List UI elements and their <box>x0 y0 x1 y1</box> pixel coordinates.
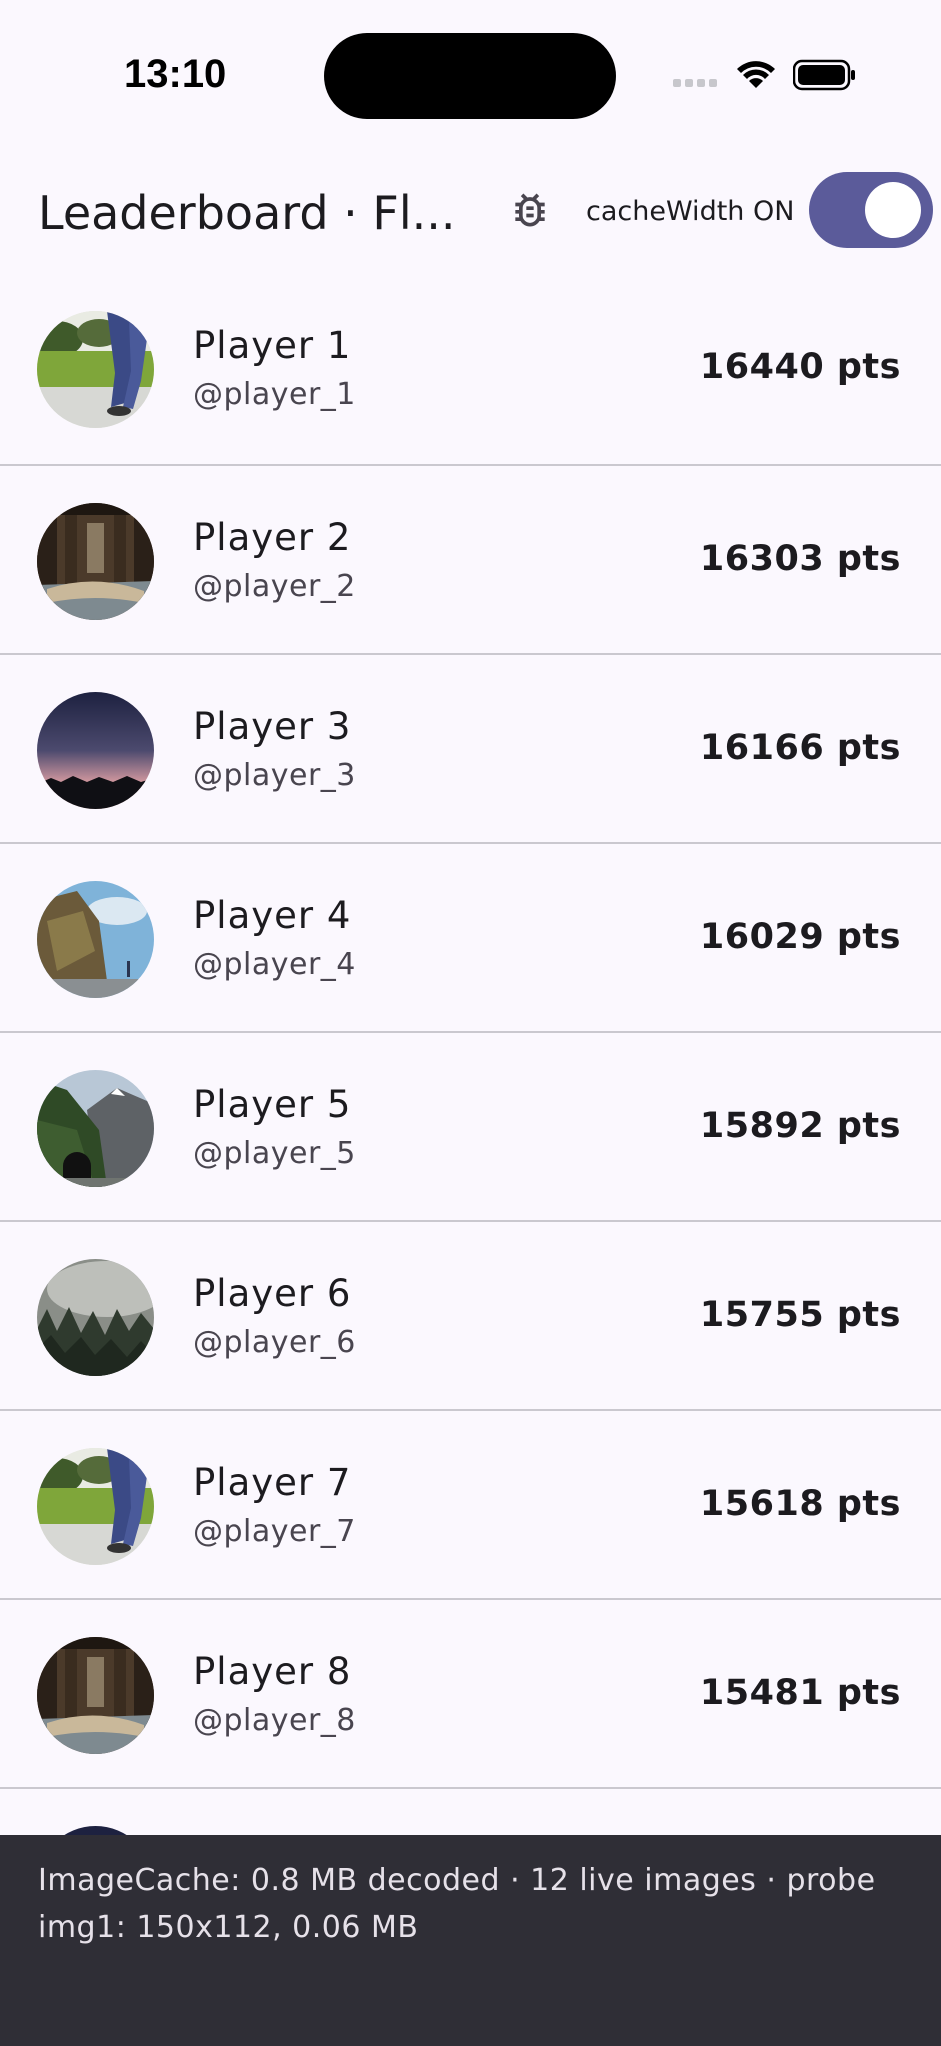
avatar-image <box>37 1259 154 1376</box>
leaderboard-row[interactable]: Player 7 @player_7 15618 pts <box>0 1411 941 1600</box>
player-score: 16029 pts <box>699 917 901 957</box>
avatar-image <box>37 1637 154 1754</box>
battery-icon <box>792 59 857 95</box>
debug-line-2: img1: 150x112, 0.06 MB <box>38 1910 419 1945</box>
player-score: 15892 pts <box>699 1106 901 1146</box>
player-score: 15618 pts <box>699 1484 901 1524</box>
player-handle: @player_8 <box>193 1703 356 1738</box>
avatar-image <box>37 503 154 620</box>
wifi-icon <box>735 58 777 94</box>
player-score: 15755 pts <box>699 1295 901 1335</box>
cache-width-switch[interactable] <box>809 172 933 248</box>
player-score: 16166 pts <box>699 728 901 768</box>
cellular-signal-icon <box>673 79 721 87</box>
player-name: Player 3 <box>193 705 352 748</box>
player-handle: @player_1 <box>193 377 356 412</box>
debug-panel: ImageCache: 0.8 MB decoded · 12 live ima… <box>0 1835 941 2046</box>
switch-knob <box>865 182 921 238</box>
leaderboard-row[interactable]: Player 8 @player_8 15481 pts <box>0 1600 941 1789</box>
player-score: 16440 pts <box>699 347 901 387</box>
avatar-image <box>37 311 154 428</box>
leaderboard-row[interactable]: Player 3 @player_3 16166 pts <box>0 655 941 844</box>
avatar-image <box>37 692 154 809</box>
leaderboard-list: Player 1 @player_1 16440 pts Player 2 @p… <box>0 274 941 1978</box>
app-bar: Leaderboard · Fl... cacheWidth ON <box>0 150 941 270</box>
avatar <box>37 692 154 809</box>
avatar <box>37 1259 154 1376</box>
leaderboard-row[interactable]: Player 6 @player_6 15755 pts <box>0 1222 941 1411</box>
avatar-image <box>37 1070 154 1187</box>
player-handle: @player_7 <box>193 1514 356 1549</box>
debug-button[interactable] <box>500 180 560 240</box>
page-title: Leaderboard · Fl... <box>38 186 456 240</box>
avatar <box>37 311 154 428</box>
bug-icon <box>515 193 545 227</box>
player-name: Player 4 <box>193 894 352 937</box>
player-handle: @player_2 <box>193 569 356 604</box>
player-score: 16303 pts <box>699 539 901 579</box>
avatar <box>37 503 154 620</box>
avatar-image <box>37 1448 154 1565</box>
status-time: 13:10 <box>124 52 227 96</box>
leaderboard-row[interactable]: Player 1 @player_1 16440 pts <box>0 274 941 466</box>
player-name: Player 6 <box>193 1272 352 1315</box>
status-bar: 13:10 <box>0 0 941 150</box>
player-name: Player 5 <box>193 1083 352 1126</box>
player-name: Player 7 <box>193 1461 352 1504</box>
image-cache-stats: ImageCache: 0.8 MB decoded · 12 live ima… <box>38 1857 918 1951</box>
player-name: Player 8 <box>193 1650 352 1693</box>
player-handle: @player_3 <box>193 758 356 793</box>
player-name: Player 2 <box>193 516 352 559</box>
debug-line-1: ImageCache: 0.8 MB decoded · 12 live ima… <box>38 1863 876 1898</box>
avatar <box>37 1070 154 1187</box>
cache-width-label: cacheWidth ON <box>586 196 795 227</box>
leaderboard-row[interactable]: Player 2 @player_2 16303 pts <box>0 466 941 655</box>
player-score: 15481 pts <box>699 1673 901 1713</box>
avatar-image <box>37 881 154 998</box>
player-handle: @player_6 <box>193 1325 356 1360</box>
avatar <box>37 881 154 998</box>
leaderboard-row[interactable]: Player 4 @player_4 16029 pts <box>0 844 941 1033</box>
leaderboard-row[interactable]: Player 5 @player_5 15892 pts <box>0 1033 941 1222</box>
avatar <box>37 1448 154 1565</box>
dynamic-island <box>324 33 616 119</box>
avatar <box>37 1637 154 1754</box>
player-handle: @player_5 <box>193 1136 356 1171</box>
player-handle: @player_4 <box>193 947 356 982</box>
player-name: Player 1 <box>193 324 352 367</box>
